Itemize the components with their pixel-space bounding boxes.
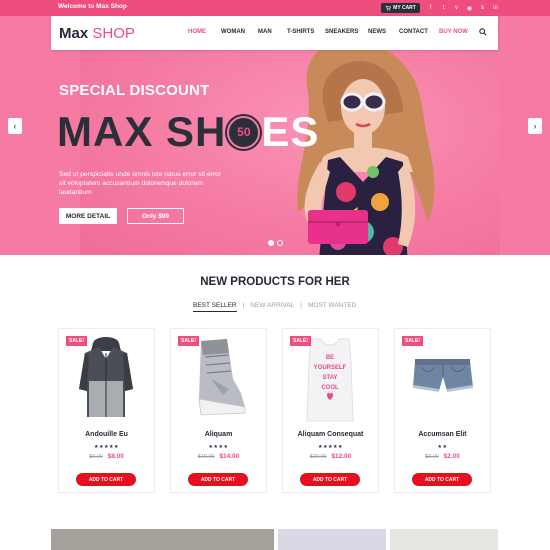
nav-home[interactable]: HOME [188,29,206,35]
product-name[interactable]: Accumsan Elit [395,431,490,438]
product-rating: ★★★★ [208,444,229,450]
tank-print-line: BE [326,355,334,361]
nav-woman[interactable]: WOMAN [221,29,245,35]
product-name[interactable]: Andouille Eu [59,431,154,438]
nav-contact[interactable]: CONTACT [399,29,428,35]
promo-description: Sed ut perspiciatis unde omnis iste natu… [59,171,222,196]
search-icon[interactable] [479,28,487,36]
nav-buy-now[interactable]: BUY NOW [439,29,468,35]
slider-dots [268,240,283,246]
promo-banner[interactable] [51,529,274,550]
product-card[interactable]: SALE! Aliquam ★★★★ $15.00 $14.00 ADD TO … [170,328,267,493]
add-to-cart-button[interactable]: ADD TO CART [76,473,136,486]
product-card[interactable]: BE YOURSELF STAY COOL SALE! Aliquam Cons… [282,328,379,493]
product-name[interactable]: Aliquam [171,431,266,438]
slider-next-arrow-icon[interactable]: › [528,118,542,134]
new-price: $8.00 [107,453,124,460]
facebook-icon[interactable]: f [424,3,437,13]
tank-print-line: STAY [322,375,337,381]
promo-heading: MAX SH 50 ES [57,108,319,156]
page: Welcome to Max Shop MY CART f t v ◉ s in [0,0,550,550]
skype-icon[interactable]: s [476,3,489,13]
sale-badge: SALE! [290,336,311,346]
nav-man[interactable]: MAN [258,29,272,35]
nav-sneakers[interactable]: SNEAKERS [325,29,358,35]
nav-tshirts[interactable]: T-SHIRTS [287,29,314,35]
product-price: $9.00 $8.00 [59,453,154,460]
top-bar: Welcome to Max Shop MY CART f t v ◉ s in [0,0,550,16]
my-cart-label: MY CART [393,5,416,11]
linkedin-icon[interactable]: in [489,3,502,13]
new-price: $12.00 [331,453,352,460]
welcome-text: Welcome to Max Shop [58,3,127,10]
old-price: $3.00 [425,454,439,460]
promo-heading-right: ES [261,108,320,155]
social-links: f t v ◉ s in [424,3,502,13]
main-navbar: Max SHOP HOME WOMAN MAN T-SHIRTS SNEAKER… [51,16,498,50]
product-name[interactable]: Aliquam Consequat [283,431,378,438]
promo-banner[interactable] [278,529,386,550]
new-price: $14.00 [219,453,240,460]
slider-dot[interactable] [277,240,283,246]
more-detail-button[interactable]: MORE DETAIL [59,208,117,224]
sale-badge: SALE! [178,336,199,346]
logo-main: Max [59,25,89,42]
site-logo[interactable]: Max SHOP [59,25,135,42]
old-price: $20.00 [309,454,327,460]
tab-separator: | [242,302,245,309]
tab-most-wanted[interactable]: MOST WANTED [308,302,356,312]
product-rating: ★★ [437,444,448,450]
product-tabs: BEST SELLER | NEW ARRIVAL | MOST WANTED [193,302,356,312]
promo-heading-left: MAX SH [57,108,227,155]
tab-new-arrival[interactable]: NEW ARRIVAL [250,302,294,312]
twitter-icon[interactable]: t [437,3,450,13]
rss-icon[interactable]: ◉ [463,3,476,13]
hero-slider: SPECIAL DISCOUNT MAX SH 50 ES Sed ut per… [0,16,550,255]
slider-dot[interactable] [268,240,274,246]
my-cart-button[interactable]: MY CART [381,3,420,13]
add-to-cart-button[interactable]: ADD TO CART [300,473,360,486]
sale-badge: SALE! [402,336,423,346]
vimeo-icon[interactable]: v [450,3,463,13]
add-to-cart-button[interactable]: ADD TO CART [188,473,248,486]
slider-prev-arrow-icon[interactable]: ‹ [8,118,22,134]
tab-separator: | [300,302,302,309]
old-price: $15.00 [197,454,215,460]
promo-banner[interactable] [390,529,498,550]
cart-icon [385,5,391,11]
price-button[interactable]: Only $99 [127,208,184,224]
discount-badge: 50 [227,115,261,149]
tank-print-line: COOL [321,385,339,391]
product-rating: ★★★★★ [94,444,119,450]
promo-subtitle: SPECIAL DISCOUNT [59,82,210,99]
sale-badge: SALE! [66,336,87,346]
tank-print-line: YOURSELF [314,365,347,371]
product-card[interactable]: SALE! Accumsan Elit ★★ $3.00 $2.00 ADD T… [394,328,491,493]
product-price: $3.00 $2.00 [395,453,490,460]
add-to-cart-button[interactable]: ADD TO CART [412,473,472,486]
new-price: $2.00 [443,453,460,460]
product-card[interactable]: SALE! Andouille Eu ★★★★★ $9.00 $8.00 ADD… [58,328,155,493]
product-price: $15.00 $14.00 [171,453,266,460]
product-price: $20.00 $12.00 [283,453,378,460]
nav-news[interactable]: NEWS [368,29,386,35]
tab-best-seller[interactable]: BEST SELLER [193,302,237,312]
logo-accent: SHOP [92,25,135,42]
products-title: NEW PRODUCTS FOR HER [200,276,350,288]
product-rating: ★★★★★ [318,444,343,450]
old-price: $9.00 [89,454,103,460]
